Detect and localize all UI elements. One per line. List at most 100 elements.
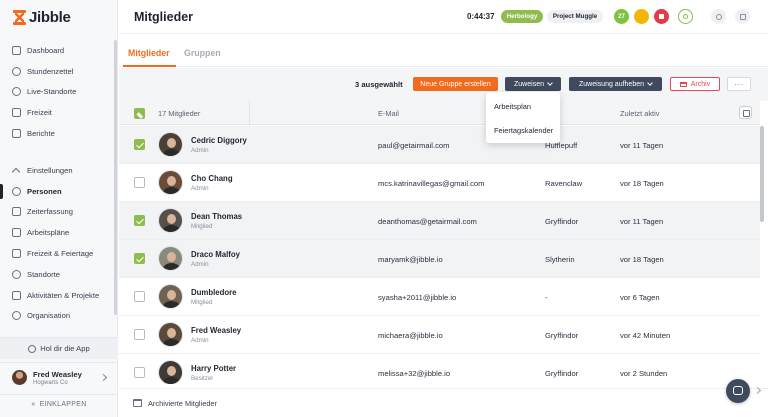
sidebar-item-organisation[interactable]: Organisation bbox=[0, 306, 118, 327]
selected-count: 3 ausgewählt bbox=[355, 80, 403, 89]
table-scrollbar[interactable] bbox=[760, 126, 764, 222]
archived-members-link[interactable]: Archivierte Mitglieder bbox=[119, 388, 768, 417]
row-checkbox[interactable] bbox=[134, 177, 145, 188]
avatar bbox=[12, 370, 27, 385]
member-name[interactable]: Dean Thomas bbox=[191, 212, 242, 221]
table-header: 17 Mitglieder E-Mail ppe Zuletzt aktiv bbox=[119, 101, 760, 125]
sidebar-item-work-schedules[interactable]: Arbeitspläne bbox=[0, 222, 118, 243]
sidebar-item-timesheets[interactable]: Stundenzettel bbox=[0, 61, 118, 82]
selection-toolbar: 3 ausgewählt Neue Gruppe erstellen Zuwei… bbox=[119, 68, 768, 101]
chat-support-button[interactable] bbox=[726, 379, 750, 403]
row-checkbox[interactable] bbox=[134, 253, 145, 264]
sidebar-item-locations[interactable]: Standorte bbox=[0, 264, 118, 285]
archive-button[interactable]: Archiv bbox=[670, 77, 720, 91]
member-name[interactable]: Harry Potter bbox=[191, 364, 236, 373]
column-header-email[interactable]: E-Mail bbox=[378, 109, 399, 118]
apps-button[interactable] bbox=[735, 9, 750, 24]
chevron-down-icon bbox=[547, 80, 553, 86]
clock-icon bbox=[12, 66, 21, 76]
column-settings-icon[interactable] bbox=[739, 106, 752, 119]
sidebar-item-people[interactable]: Personen bbox=[0, 181, 118, 202]
stop-timer-button[interactable] bbox=[654, 9, 669, 24]
row-checkbox[interactable] bbox=[134, 367, 145, 378]
member-role: Admin bbox=[191, 147, 209, 154]
table-row[interactable]: Dumbledore Mitglied syasha+2011@jibble.i… bbox=[119, 278, 760, 316]
assign-button[interactable]: Zuweisen bbox=[505, 77, 561, 91]
member-email: deanthomas@getairmail.com bbox=[378, 217, 477, 226]
archive-label: Archiv bbox=[690, 80, 711, 88]
sidebar-item-reports[interactable]: Berichte bbox=[0, 123, 118, 144]
counter-badge[interactable]: 27 bbox=[614, 9, 629, 24]
member-email: melissa+32@jibble.io bbox=[378, 369, 451, 378]
table-row[interactable]: Cho Chang Admin mcs.katrinavillegas@gmai… bbox=[119, 164, 760, 202]
gear-icon bbox=[12, 311, 21, 321]
status-indicator-icon[interactable] bbox=[634, 9, 649, 24]
more-options-button[interactable]: ··· bbox=[727, 77, 751, 91]
download-icon bbox=[28, 344, 37, 353]
sidebar: Jibble Dashboard Stundenzettel Live-Stan… bbox=[0, 0, 118, 417]
column-header-members[interactable]: 17 Mitglieder bbox=[158, 109, 200, 118]
report-icon bbox=[12, 129, 21, 139]
people-icon bbox=[12, 186, 21, 196]
sidebar-item-time-tracking[interactable]: Zeiterfassung bbox=[0, 202, 118, 223]
collapse-sidebar-button[interactable]: « EINKLAPPEN bbox=[0, 394, 118, 414]
sidebar-item-time-off[interactable]: Freizeit bbox=[0, 102, 118, 123]
sidebar-section-label: Einstellungen bbox=[27, 165, 73, 175]
sidebar-scrollbar[interactable] bbox=[114, 40, 117, 315]
chevron-up-icon bbox=[12, 166, 21, 175]
timer-display[interactable]: 0:44:37 bbox=[467, 12, 495, 21]
archive-icon bbox=[679, 81, 687, 87]
table-row[interactable]: Draco Malfoy Admin maryamk@jibble.io Sly… bbox=[119, 240, 760, 278]
row-checkbox[interactable] bbox=[134, 291, 145, 302]
get-app-button[interactable]: Hol dir die App bbox=[0, 337, 118, 359]
tab-groups[interactable]: Gruppen bbox=[184, 48, 221, 58]
avatar bbox=[158, 322, 183, 347]
user-status-button[interactable] bbox=[678, 9, 693, 24]
jibble-logo[interactable]: Jibble bbox=[13, 9, 71, 26]
sidebar-section-settings[interactable]: Einstellungen bbox=[0, 160, 118, 181]
member-last-active: vor 18 Tagen bbox=[620, 179, 664, 188]
avatar bbox=[158, 284, 183, 309]
sidebar-item-label: Standorte bbox=[27, 269, 60, 279]
member-name[interactable]: Cedric Diggory bbox=[191, 136, 247, 145]
member-email: michaera@jibble.io bbox=[378, 331, 443, 340]
user-org: Hogwarts Co bbox=[33, 379, 68, 386]
member-name[interactable]: Draco Malfoy bbox=[191, 250, 240, 259]
row-checkbox[interactable] bbox=[134, 329, 145, 340]
sidebar-item-live-locations[interactable]: Live-Standorte bbox=[0, 82, 118, 103]
select-all-checkbox[interactable] bbox=[134, 108, 145, 119]
member-name[interactable]: Cho Chang bbox=[191, 174, 233, 183]
row-checkbox[interactable] bbox=[134, 139, 145, 150]
member-role: Mitglied bbox=[191, 299, 213, 306]
location-pin-icon bbox=[12, 87, 21, 97]
stop-icon bbox=[659, 14, 664, 19]
sidebar-item-time-off-holidays[interactable]: Freizeit & Feiertage bbox=[0, 243, 118, 264]
tab-members[interactable]: Mitglieder bbox=[128, 48, 170, 58]
sidebar-item-dashboard[interactable]: Dashboard bbox=[0, 40, 118, 61]
user-profile[interactable]: Fred Weasley Hogwarts Co bbox=[0, 362, 118, 392]
member-name[interactable]: Fred Weasley bbox=[191, 326, 241, 335]
row-checkbox[interactable] bbox=[134, 215, 145, 226]
help-button[interactable] bbox=[711, 9, 726, 24]
time-tracking-icon bbox=[12, 207, 21, 217]
column-header-last-active[interactable]: Zuletzt aktiv bbox=[620, 109, 659, 118]
page-title: Mitglieder bbox=[134, 10, 194, 24]
project-chip[interactable]: Project Muggle bbox=[547, 10, 603, 23]
table-row[interactable]: Fred Weasley Admin michaera@jibble.io Gr… bbox=[119, 316, 760, 354]
column-divider bbox=[249, 101, 250, 126]
table-row[interactable]: Harry Potter Besitzer melissa+32@jibble.… bbox=[119, 354, 760, 384]
unassign-button[interactable]: Zuweisung aufheben bbox=[569, 77, 662, 91]
sidebar-item-activities-projects[interactable]: Aktivitäten & Projekte bbox=[0, 285, 118, 306]
new-group-button[interactable]: Neue Gruppe erstellen bbox=[413, 77, 498, 91]
table-row[interactable]: Cedric Diggory Admin paul@getairmail.com… bbox=[119, 126, 760, 164]
member-email: mcs.katrinavillegas@gmail.com bbox=[378, 179, 485, 188]
calendar-icon bbox=[12, 249, 21, 259]
location-icon bbox=[12, 269, 21, 279]
member-name[interactable]: Dumbledore bbox=[191, 288, 237, 297]
table-row[interactable]: Dean Thomas Mitglied deanthomas@getairma… bbox=[119, 202, 760, 240]
menu-item-holiday-calendar[interactable]: Feiertagskalender bbox=[494, 126, 553, 135]
menu-item-work-schedule[interactable]: Arbeitsplan bbox=[494, 102, 531, 111]
archived-members-label: Archivierte Mitglieder bbox=[148, 398, 218, 408]
activity-chip[interactable]: Herbology bbox=[501, 10, 543, 23]
dashboard-icon bbox=[12, 45, 21, 55]
